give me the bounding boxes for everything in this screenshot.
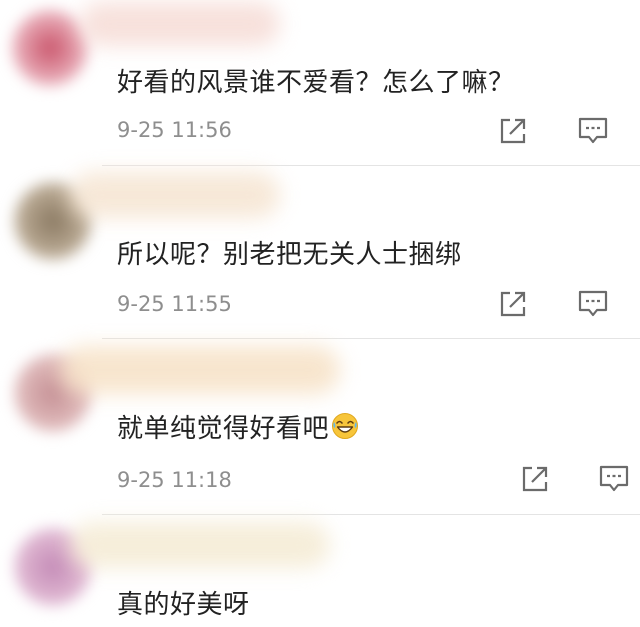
comment-item: 真的好美呀 [0, 514, 640, 627]
comment-text: 所以呢？别老把无关人士捆绑 [117, 240, 462, 270]
avatar[interactable] [12, 10, 88, 86]
comment-item: 所以呢？别老把无关人士捆绑 9-25 11:55 [0, 166, 640, 338]
comment-timestamp: 9-25 11:56 [117, 118, 232, 142]
comment-feed: 好看的风景谁不爱看？怎么了嘛？ 9-25 11:56 所以呢？别老把无关人士捆绑… [0, 0, 640, 627]
username-blurred[interactable] [80, 2, 280, 46]
grinning-with-sweat-emoji [332, 413, 359, 439]
username-blurred[interactable] [60, 346, 340, 394]
username-blurred[interactable] [70, 522, 330, 568]
reply-comment-icon[interactable] [597, 461, 631, 495]
comment-text: 就单纯觉得好看吧 [117, 408, 359, 445]
reply-comment-icon[interactable] [576, 286, 610, 320]
reply-comment-icon[interactable] [576, 113, 610, 147]
share-icon[interactable] [496, 287, 530, 321]
share-icon[interactable] [518, 462, 552, 496]
comment-timestamp: 9-25 11:55 [117, 292, 232, 316]
share-icon[interactable] [496, 114, 530, 148]
comment-item: 好看的风景谁不爱看？怎么了嘛？ 9-25 11:56 [0, 0, 640, 166]
comment-timestamp: 9-25 11:18 [117, 468, 232, 492]
comment-text: 真的好美呀 [117, 590, 250, 620]
username-blurred[interactable] [70, 172, 280, 218]
comment-text-body: 就单纯觉得好看吧 [117, 414, 330, 444]
comment-item: 就单纯觉得好看吧 9-25 11:18 [0, 338, 640, 514]
comment-text: 好看的风景谁不爱看？怎么了嘛？ [117, 68, 515, 98]
